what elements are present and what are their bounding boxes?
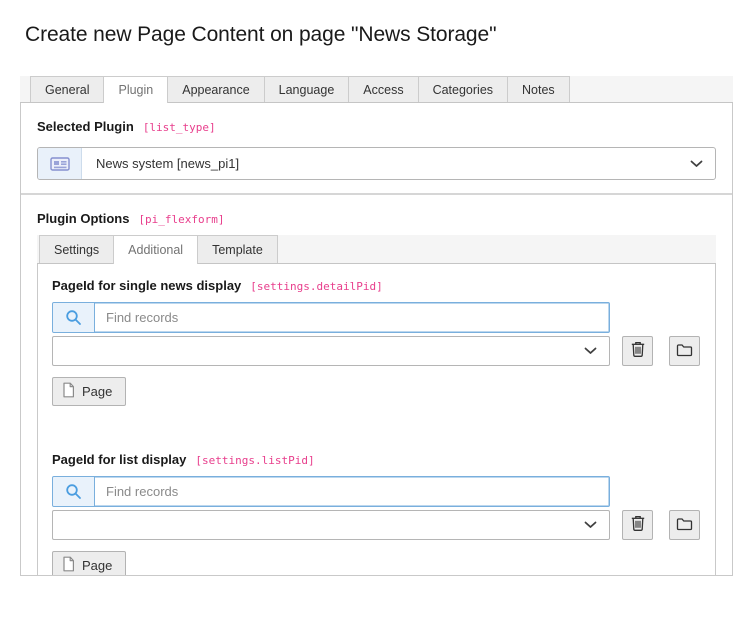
tab-plugin-label: Plugin [118,83,153,97]
detail-pid-search-input[interactable] [95,303,609,332]
tab-general[interactable]: General [30,76,104,102]
list-pid-select-row [52,510,701,540]
page-icon [62,382,75,401]
newspaper-plugin-icon [38,148,82,179]
section-divider [21,193,732,195]
list-pid-search-input[interactable] [95,477,609,506]
detail-pid-label-row: PageId for single news display [settings… [52,278,701,293]
tab-notes[interactable]: Notes [507,76,570,102]
flexform-tabbar: Settings Additional Template [37,235,716,264]
tab-settings-label: Settings [54,243,99,257]
tab-access-label: Access [363,83,403,97]
tab-additional-label: Additional [128,243,183,257]
plugin-tab-panel: Selected Plugin [list_type] News system … [20,103,733,576]
search-icon [53,477,95,506]
trash-icon [630,341,646,361]
selected-plugin-label: Selected Plugin [37,119,134,134]
browse-folder-button[interactable] [669,510,700,540]
tab-template-label: Template [212,243,263,257]
tab-categories-label: Categories [433,83,493,97]
folder-icon [676,517,693,534]
tab-language[interactable]: Language [264,76,350,102]
page-icon [62,556,75,575]
tab-appearance[interactable]: Appearance [167,76,264,102]
folder-icon [676,343,693,360]
selected-plugin-field-code: [list_type] [143,121,216,134]
plugin-options-label: Plugin Options [37,211,129,226]
detail-pid-select-row [52,336,701,366]
list-pid-record-select[interactable] [52,510,610,540]
tab-categories[interactable]: Categories [418,76,508,102]
chevron-down-icon [584,342,597,360]
chevron-down-icon [690,155,703,173]
main-tabbar: General Plugin Appearance Language Acces… [20,76,733,103]
search-icon [53,303,95,332]
tab-settings[interactable]: Settings [39,235,114,263]
browse-page-button-label: Page [82,558,112,573]
list-pid-field-code: [settings.listPid] [195,454,314,467]
plugin-options-section: Plugin Options [pi_flexform] Settings Ad… [37,211,716,576]
field-group-detail-pid: PageId for single news display [settings… [52,278,701,406]
detail-pid-search-group [52,302,610,333]
browse-folder-button[interactable] [669,336,700,366]
tab-notes-label: Notes [522,83,555,97]
remove-record-button[interactable] [622,336,653,366]
tab-appearance-label: Appearance [182,83,249,97]
tab-access[interactable]: Access [348,76,418,102]
list-pid-search-group [52,476,610,507]
tab-plugin[interactable]: Plugin [103,76,168,103]
browse-page-button[interactable]: Page [52,551,126,576]
selected-plugin-label-row: Selected Plugin [list_type] [37,119,716,134]
selected-plugin-value: News system [news_pi1] [82,148,239,179]
page-title: Create new Page Content on page "News St… [25,23,496,47]
flexform-additional-panel: PageId for single news display [settings… [37,264,716,576]
browse-page-button-label: Page [82,384,112,399]
tab-additional[interactable]: Additional [113,235,198,264]
detail-pid-record-select[interactable] [52,336,610,366]
field-group-list-pid: PageId for list display [settings.listPi… [52,452,701,576]
tab-general-label: General [45,83,89,97]
tab-template[interactable]: Template [197,235,278,263]
tab-language-label: Language [279,83,335,97]
plugin-options-label-row: Plugin Options [pi_flexform] [37,211,716,226]
trash-icon [630,515,646,535]
detail-pid-label: PageId for single news display [52,278,241,293]
selected-plugin-select[interactable]: News system [news_pi1] [37,147,716,180]
create-content-form: Create new Page Content on page "News St… [0,0,753,640]
browse-page-button[interactable]: Page [52,377,126,406]
detail-pid-field-code: [settings.detailPid] [250,280,382,293]
remove-record-button[interactable] [622,510,653,540]
list-pid-label: PageId for list display [52,452,186,467]
chevron-down-icon [584,516,597,534]
list-pid-label-row: PageId for list display [settings.listPi… [52,452,701,467]
plugin-options-field-code: [pi_flexform] [138,213,224,226]
